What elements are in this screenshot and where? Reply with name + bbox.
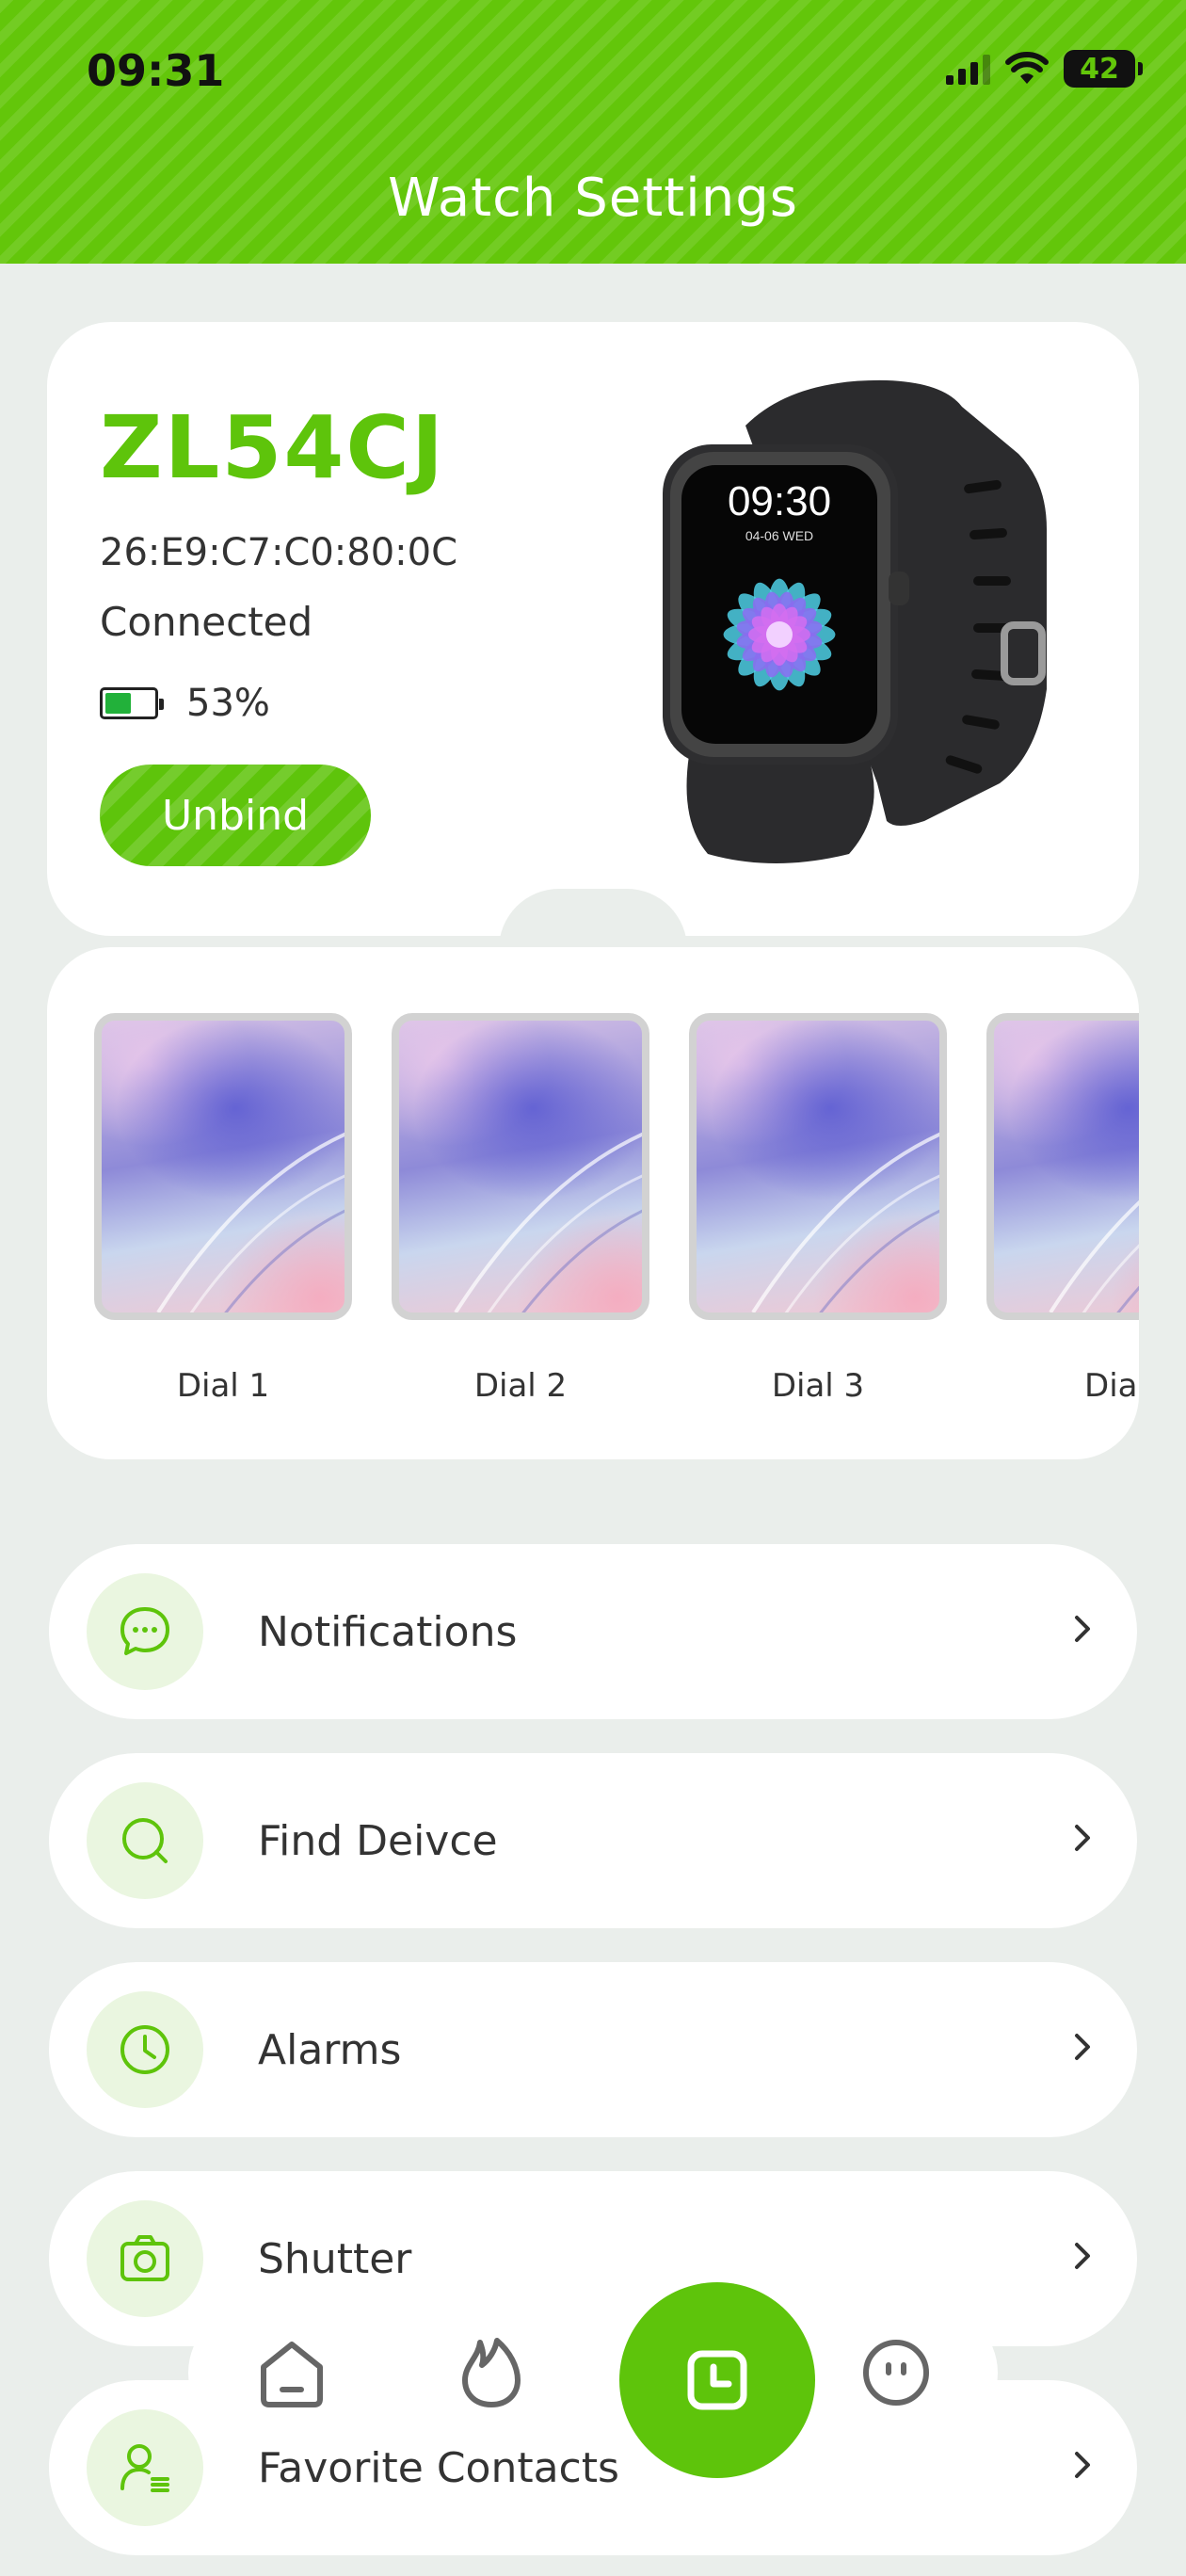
battery-fill bbox=[105, 693, 131, 714]
watch-time: 09:30 bbox=[728, 478, 831, 524]
search-icon bbox=[87, 1782, 203, 1899]
clock-icon bbox=[87, 1991, 203, 2108]
contacts-icon bbox=[87, 2409, 203, 2526]
nav-home[interactable] bbox=[226, 2326, 358, 2420]
chevron-right-icon bbox=[1075, 2034, 1090, 2060]
dial-preview bbox=[689, 1013, 947, 1320]
menu-label: Alarms bbox=[258, 2025, 402, 2074]
menu-label: Find Deivce bbox=[258, 1816, 498, 1865]
menu-item-notifications[interactable]: Notifications bbox=[49, 1544, 1137, 1719]
device-card: ZL54CJ 26:E9:C7:C0:80:0C Connected 53% U… bbox=[47, 322, 1139, 936]
card-notch bbox=[499, 889, 687, 949]
smartwatch-image: 09:30 04-06 WED bbox=[663, 379, 1047, 863]
flame-icon bbox=[462, 2338, 521, 2407]
bottom-nav bbox=[188, 2282, 998, 2478]
dial-option[interactable]: Dial 3 bbox=[689, 1013, 947, 1405]
unbind-button[interactable]: Unbind bbox=[100, 765, 371, 866]
status-icons: 42 bbox=[946, 47, 1143, 90]
device-name: ZL54CJ bbox=[100, 397, 446, 498]
battery-percent: 53% bbox=[186, 682, 270, 725]
dial-option[interactable]: Dial 2 bbox=[392, 1013, 649, 1405]
menu-label: Shutter bbox=[258, 2234, 412, 2283]
dial-option[interactable]: Dial bbox=[986, 1013, 1139, 1405]
dial-label: Dial bbox=[1084, 1367, 1139, 1405]
status-battery-icon: 42 bbox=[1064, 50, 1143, 88]
nav-activity[interactable] bbox=[425, 2326, 557, 2420]
profile-face-icon bbox=[863, 2340, 929, 2406]
dial-label: Dial 2 bbox=[473, 1367, 568, 1405]
dial-preview bbox=[986, 1013, 1139, 1320]
chevron-right-icon bbox=[1075, 1616, 1090, 1642]
device-mac-address: 26:E9:C7:C0:80:0C bbox=[100, 531, 458, 574]
nav-watch[interactable] bbox=[619, 2282, 815, 2478]
page-title: Watch Settings bbox=[388, 168, 798, 229]
chevron-right-icon bbox=[1075, 2243, 1090, 2269]
dial-preview bbox=[94, 1013, 352, 1320]
wifi-icon bbox=[1005, 52, 1049, 84]
watch-icon bbox=[687, 2350, 747, 2410]
chat-bubble-icon bbox=[87, 1573, 203, 1690]
menu-label: Notifications bbox=[258, 1607, 518, 1656]
status-time: 09:31 bbox=[87, 45, 225, 96]
dials-card: Dial 1 Dial 2 Dial 3 Dial bbox=[47, 947, 1139, 1459]
dials-list: Dial 1 Dial 2 Dial 3 Dial bbox=[94, 1013, 1139, 1405]
dial-label: Dial 3 bbox=[771, 1367, 865, 1405]
watch-date: 04-06 WED bbox=[745, 528, 813, 543]
cellular-signal-icon bbox=[946, 53, 990, 85]
dial-preview bbox=[392, 1013, 649, 1320]
camera-icon bbox=[87, 2200, 203, 2317]
home-icon bbox=[261, 2342, 323, 2407]
device-battery: 53% bbox=[100, 682, 270, 725]
connection-status: Connected bbox=[100, 599, 313, 645]
dial-option[interactable]: Dial 1 bbox=[94, 1013, 352, 1405]
chevron-right-icon bbox=[1075, 1825, 1090, 1851]
nav-profile[interactable] bbox=[830, 2326, 962, 2420]
battery-icon bbox=[100, 687, 164, 719]
app-header: 09:31 42 Watch Settings bbox=[0, 0, 1186, 264]
menu-item-find-device[interactable]: Find Deivce bbox=[49, 1753, 1137, 1928]
chevron-right-icon bbox=[1075, 2452, 1090, 2478]
dial-label: Dial 1 bbox=[176, 1367, 270, 1405]
menu-item-alarms[interactable]: Alarms bbox=[49, 1962, 1137, 2137]
